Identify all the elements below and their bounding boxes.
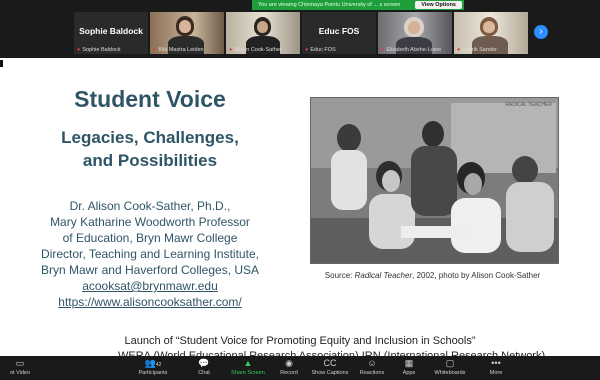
participant-name: Educ FOS <box>318 26 360 36</box>
record-button[interactable]: ◉ Record <box>269 356 309 380</box>
banner-text: You are viewing Chinmaya Pointu Universi… <box>258 2 401 8</box>
participants-button[interactable]: 👥42 Participants <box>133 356 173 380</box>
captions-icon: CC <box>323 358 337 368</box>
author-line: Bryn Mawr and Haverford Colleges, USA <box>40 263 260 277</box>
classroom-photo: RADICAL TEACHER <box>310 97 559 264</box>
toolbar-label: Apps <box>402 370 416 376</box>
participants-icon: 👥42 <box>144 358 162 368</box>
toolbar-label: Whiteboards <box>434 370 466 376</box>
website-link[interactable]: https://www.alisoncooksather.com/ <box>58 295 241 309</box>
author-line: Director, Teaching and Learning Institut… <box>41 247 259 261</box>
participant-video[interactable]: ● Zettrik Sander <box>454 12 528 54</box>
apps-button[interactable]: ▦ Apps <box>389 356 429 380</box>
participant-caption: Sophie Baldock <box>82 47 121 53</box>
left-edge-marker <box>0 60 3 67</box>
participant-name: Sophie Baldock <box>79 26 143 36</box>
reactions-button[interactable]: ☺ Reactions <box>352 356 392 380</box>
mic-muted-icon: ● <box>381 47 385 53</box>
chat-icon: 💬 <box>198 358 210 368</box>
toolbar-label: Show Captions <box>311 370 349 376</box>
toolbar-label: Chat <box>198 370 210 376</box>
email-link[interactable]: acooksat@brynmawr.edu <box>82 279 218 293</box>
participant-caption: Alison Cook-Sather <box>234 47 282 53</box>
whiteboards-button[interactable]: ▢ Whiteboards <box>430 356 470 380</box>
captions-button[interactable]: CC Show Captions <box>310 356 350 380</box>
chat-button[interactable]: 💬 Chat <box>184 356 224 380</box>
mic-muted-icon: ● <box>77 47 81 53</box>
participant-caption: Elizabeth Abshe-Lutoe <box>386 47 442 53</box>
source-journal: Radical Teacher <box>354 271 413 280</box>
slide-subtitle: and Possibilities <box>82 151 218 170</box>
view-options-button[interactable]: View Options <box>415 1 462 9</box>
participant-caption: Kiki Mastra Leiden <box>158 47 204 53</box>
photo-illustration <box>311 98 558 263</box>
toolbar-label: Share Screen <box>231 370 265 376</box>
author-block: Dr. Alison Cook-Sather, Ph.D., Mary Kath… <box>0 198 300 310</box>
video-icon: ▭ <box>15 358 25 368</box>
mic-muted-icon: ● <box>153 47 157 53</box>
mic-muted-icon: ● <box>457 47 461 53</box>
photo-source: Source: Radical Teacher, 2002, photo by … <box>300 271 565 280</box>
screen-share-banner: You are viewing Chinmaya Pointu Universi… <box>252 0 464 10</box>
toolbar-label: Record <box>280 370 298 376</box>
participant-count: 42 <box>155 362 162 368</box>
photo-note: RADICAL TEACHER <box>505 102 552 108</box>
toolbar-label: Reactions <box>359 370 385 376</box>
participant-caption: Zettrik Sander <box>462 47 497 53</box>
toolbar-label: Participants <box>138 370 168 376</box>
share-screen-button[interactable]: ▲ Share Screen <box>228 356 268 380</box>
more-button[interactable]: ••• More <box>476 356 516 380</box>
mic-muted-icon: ● <box>305 47 309 53</box>
author-line: Mary Katharine Woodworth Professor <box>50 215 250 229</box>
participant-tile[interactable]: Sophie Baldock ● Sophie Baldock <box>74 12 148 54</box>
source-prefix: Source: <box>324 271 355 280</box>
participant-video[interactable]: ● Kiki Mastra Leiden <box>150 12 224 54</box>
toolbar-label: More <box>489 370 503 376</box>
participant-tile[interactable]: Educ FOS ● Educ FOS <box>302 12 376 54</box>
share-screen-icon: ▲ <box>243 358 253 368</box>
toolbar-label: ot Video <box>9 370 31 376</box>
participant-strip: You are viewing Chinmaya Pointu Universi… <box>0 0 600 58</box>
participant-caption: Educ FOS <box>310 47 336 53</box>
whiteboards-icon: ▢ <box>445 358 455 368</box>
slide-title: Student Voice <box>74 86 226 112</box>
launch-text: Launch of “Student Voice for Promoting E… <box>124 335 476 347</box>
slide-subtitle: Legacies, Challenges, <box>61 128 239 147</box>
reactions-icon: ☺ <box>367 358 377 368</box>
participant-video[interactable]: ● Alison Cook-Sather <box>226 12 300 54</box>
author-line: Dr. Alison Cook-Sather, Ph.D., <box>69 199 231 213</box>
author-line: of Education, Bryn Mawr College <box>62 231 238 245</box>
next-page-icon[interactable]: › <box>534 25 548 39</box>
meeting-toolbar: ▭ ot Video 👥42 Participants 💬 Chat ▲ Sha… <box>0 356 600 380</box>
record-icon: ◉ <box>285 358 293 368</box>
participant-video[interactable]: ● Elizabeth Abshe-Lutoe <box>378 12 452 54</box>
mic-muted-icon: ● <box>229 47 233 53</box>
more-icon: ••• <box>491 358 501 368</box>
source-suffix: , 2002, photo by Alison Cook-Sather <box>412 271 541 280</box>
video-button[interactable]: ▭ ot Video <box>0 356 40 380</box>
apps-icon: ▦ <box>404 358 414 368</box>
